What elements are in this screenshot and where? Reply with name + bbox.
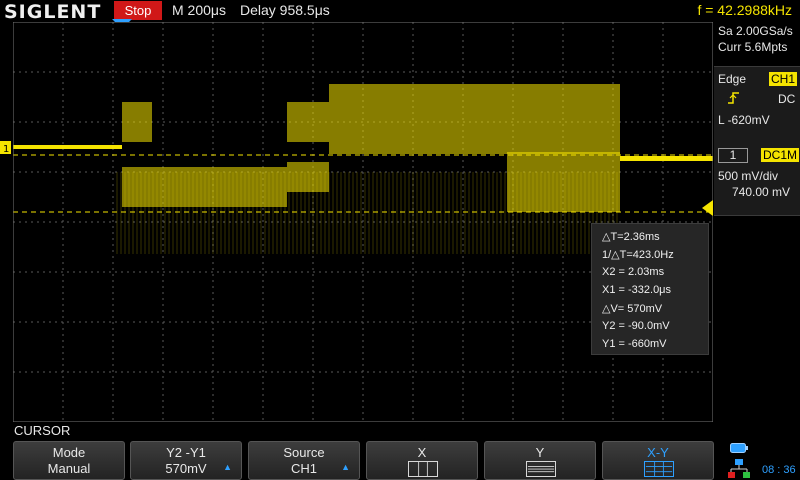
xy-cursor-icon — [644, 461, 674, 477]
y-cursor-softkey-label: Y — [535, 445, 545, 460]
inverse-delta-t-readout: 1/△T=423.0Hz — [602, 249, 674, 261]
ch1-level-marker-icon[interactable]: 1 — [0, 141, 13, 154]
waveform-band — [13, 145, 122, 149]
y-cursor-softkey[interactable]: Y — [484, 441, 596, 480]
x1-readout: X1 = -332.0μs — [602, 284, 672, 296]
y1-readout: Y1 = -660mV — [602, 338, 667, 350]
network-icon — [728, 459, 750, 478]
trigger-coupling-label: DC — [778, 92, 796, 106]
channel-info-box[interactable]: 1 DC1M 500 mV/div 740.00 mV — [714, 144, 800, 216]
mode-softkey-value: Manual — [47, 461, 91, 476]
x-cursor-softkey[interactable]: X — [366, 441, 478, 480]
clock-readout: 08 : 36 — [762, 464, 796, 476]
y2-readout: Y2 = -90.0mV — [602, 320, 670, 332]
trigger-level-readout: L -620mV — [718, 113, 770, 127]
delay-readout[interactable]: Delay 958.5μs — [240, 2, 330, 18]
xy-cursor-softkey-label: X-Y — [647, 445, 669, 460]
brand-logo: SIGLENT — [4, 1, 102, 23]
cursor-readout-panel: △T=2.36ms 1/△T=423.0Hz X2 = 2.03ms X1 = … — [591, 223, 709, 355]
adjust-arrow-icon: ▲ — [341, 462, 350, 472]
timebase-readout[interactable]: M 200μs — [172, 2, 226, 18]
y2-y1-softkey-label: Y2 -Y1 — [166, 445, 206, 460]
mode-softkey[interactable]: Mode Manual — [13, 441, 125, 480]
run-stop-badge[interactable]: Stop — [114, 1, 162, 20]
source-softkey-label: Source — [283, 445, 325, 460]
source-softkey[interactable]: Source CH1 ▲ — [248, 441, 360, 480]
waveform-band — [287, 102, 329, 142]
x-cursor-icon — [408, 461, 438, 477]
trigger-source-badge: CH1 — [769, 72, 797, 86]
svg-text:1: 1 — [3, 144, 9, 154]
right-info-panel: Sa 2.00GSa/s Curr 5.6Mpts Edge CH1 DC L … — [714, 22, 800, 422]
rising-edge-icon — [728, 92, 739, 104]
sample-rate-readout: Sa 2.00GSa/s — [718, 24, 793, 38]
waveform-band — [620, 156, 713, 161]
vertical-scale-readout: 500 mV/div — [718, 169, 779, 183]
channel-coupling-badge: DC1M — [761, 148, 799, 162]
mode-softkey-label: Mode — [52, 445, 86, 460]
trigger-info-box[interactable]: Edge CH1 DC L -620mV — [714, 66, 800, 150]
xy-cursor-softkey[interactable]: X-Y — [602, 441, 714, 480]
waveform-band — [122, 102, 152, 142]
waveform-band — [329, 84, 507, 154]
delta-v-readout: △V= 570mV — [602, 303, 663, 315]
channel-number: 1 — [718, 148, 748, 163]
waveform-display[interactable] — [13, 22, 713, 422]
delta-t-readout: △T=2.36ms — [602, 231, 660, 243]
y-cursor-icon — [526, 461, 556, 477]
battery-icon — [730, 443, 748, 453]
adjust-arrow-icon: ▲ — [223, 462, 232, 472]
x2-readout: X2 = 2.03ms — [602, 266, 665, 278]
x-cursor-softkey-label: X — [417, 445, 427, 460]
menu-title: CURSOR — [14, 423, 71, 438]
trigger-level-marker-icon[interactable] — [702, 200, 713, 216]
vertical-offset-readout: 740.00 mV — [732, 185, 791, 199]
memory-depth-readout: Curr 5.6Mpts — [718, 40, 788, 54]
waveform-band — [507, 84, 620, 154]
trigger-type-label: Edge — [718, 72, 747, 86]
y2-y1-softkey[interactable]: Y2 -Y1 570mV ▲ — [130, 441, 242, 480]
system-status-area: 08 : 36 — [722, 441, 800, 480]
frequency-readout: f = 42.2988kHz — [697, 2, 792, 18]
waveform-band — [507, 152, 620, 212]
